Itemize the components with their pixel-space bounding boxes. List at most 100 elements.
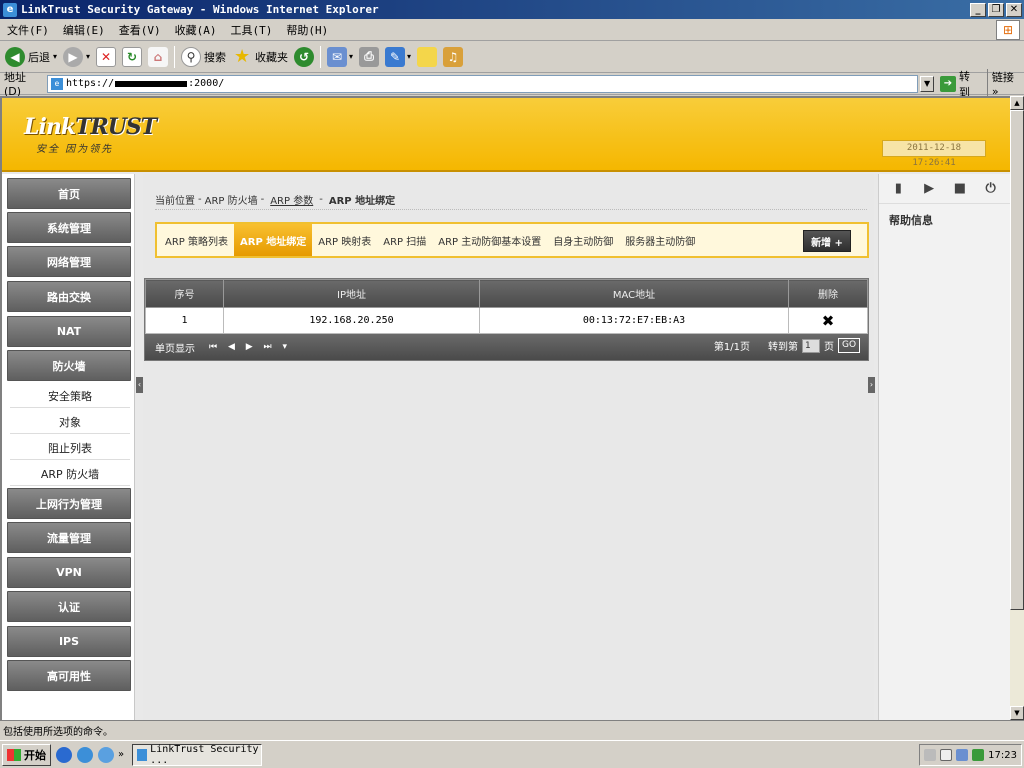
stop-button[interactable]: ✕ bbox=[93, 43, 119, 71]
address-bar: 地址(D) e https:// :2000/ ▼ ➔ 转到 链接 » bbox=[0, 69, 1024, 99]
stop-icon: ✕ bbox=[96, 46, 117, 67]
nav-ips[interactable]: IPS bbox=[7, 626, 131, 657]
taskbar-item-browser[interactable]: LinkTrust Security ... bbox=[132, 743, 263, 766]
scroll-up-button[interactable]: ▲ bbox=[1010, 96, 1024, 110]
nav-traffic-management[interactable]: 流量管理 bbox=[7, 522, 131, 553]
tab-arp-scan[interactable]: ARP 扫描 bbox=[377, 224, 432, 256]
breadcrumb-sep: - bbox=[260, 194, 265, 205]
tab-server-active-defense[interactable]: 服务器主动防御 bbox=[619, 224, 701, 256]
mail-icon: ✉ bbox=[327, 46, 348, 67]
tab-arp-active-defense-settings[interactable]: ARP 主动防御基本设置 bbox=[432, 224, 547, 256]
play-icon[interactable]: ▶ bbox=[920, 180, 938, 198]
scroll-down-button[interactable]: ▼ bbox=[1010, 706, 1024, 720]
nav-vpn[interactable]: VPN bbox=[7, 557, 131, 588]
menu-favorites[interactable]: 收藏(A) bbox=[168, 22, 224, 38]
page-go-button[interactable]: GO bbox=[838, 338, 860, 353]
collapse-right-toggle[interactable]: › bbox=[868, 377, 875, 393]
help-title: 帮助信息 bbox=[889, 214, 933, 227]
tab-arp-address-binding[interactable]: ARP 地址绑定 bbox=[234, 224, 313, 256]
menu-bar: 文件(F) 编辑(E) 查看(V) 收藏(A) 工具(T) 帮助(H) ⊞ bbox=[0, 19, 1024, 41]
ie-icon bbox=[137, 748, 148, 761]
nav-nat[interactable]: NAT bbox=[7, 316, 131, 347]
print-button[interactable]: ⎙ bbox=[356, 43, 382, 71]
tab-self-active-defense[interactable]: 自身主动防御 bbox=[547, 224, 619, 256]
menu-help[interactable]: 帮助(H) bbox=[279, 22, 335, 38]
restore-button[interactable]: ❐ bbox=[988, 2, 1004, 17]
address-label: 地址(D) bbox=[4, 71, 26, 98]
tray-clock: 17:23 bbox=[988, 749, 1017, 761]
go-button[interactable]: ➔ 转到 bbox=[934, 68, 987, 100]
quicklaunch-desktop-icon[interactable] bbox=[56, 746, 72, 763]
quicklaunch-ie-icon[interactable] bbox=[77, 746, 93, 763]
nav-authentication[interactable]: 认证 bbox=[7, 591, 131, 622]
help-panel: ▮ ▶ ■ ⏻ 帮助信息 bbox=[878, 174, 1010, 720]
tab-arp-policy-list[interactable]: ARP 策略列表 bbox=[159, 224, 234, 256]
nav-home[interactable]: 首页 bbox=[7, 178, 131, 209]
nav-sub-block-list[interactable]: 阻止列表 bbox=[10, 436, 130, 460]
security-icon[interactable] bbox=[972, 749, 985, 761]
collapse-left-toggle[interactable]: ‹ bbox=[136, 377, 143, 393]
nav-internet-behavior[interactable]: 上网行为管理 bbox=[7, 488, 131, 519]
back-button[interactable]: ◀ 后退 ▾ bbox=[2, 43, 60, 71]
page-unit: 页 bbox=[824, 342, 834, 353]
left-nav: 首页 系统管理 网络管理 路由交换 NAT 防火墙 安全策略 对象 阻止列表 A… bbox=[2, 174, 135, 720]
network-icon[interactable] bbox=[956, 749, 969, 761]
history-button[interactable]: ↺ bbox=[291, 43, 317, 71]
nav-system-management[interactable]: 系统管理 bbox=[7, 212, 131, 243]
mail-button[interactable]: ✉ ▾ bbox=[324, 43, 356, 71]
tab-arp-mapping[interactable]: ARP 映射表 bbox=[312, 224, 377, 256]
pager-nav-icons[interactable]: ⏮ ◀ ▶ ⏭ ▾ bbox=[209, 342, 291, 352]
power-icon[interactable]: ⏻ bbox=[982, 180, 1000, 198]
scroll-thumb[interactable] bbox=[1010, 110, 1024, 610]
breadcrumb-arp-params[interactable]: ARP 参数 bbox=[270, 192, 313, 207]
breadcrumb-sep: - bbox=[319, 194, 323, 205]
menu-edit[interactable]: 编辑(E) bbox=[56, 22, 112, 38]
keyboard-icon[interactable] bbox=[924, 749, 937, 761]
edit-button[interactable]: ✎ ▾ bbox=[382, 43, 414, 71]
edit-icon: ✎ bbox=[385, 46, 406, 67]
add-button[interactable]: 新增 + bbox=[803, 230, 851, 252]
nav-sub-objects[interactable]: 对象 bbox=[10, 410, 130, 434]
links-button[interactable]: 链接 » bbox=[986, 69, 1024, 98]
search-icon: ⚲ bbox=[181, 46, 202, 67]
save-icon[interactable]: ■ bbox=[951, 180, 969, 198]
notes-button[interactable] bbox=[414, 43, 440, 71]
nav-network-management[interactable]: 网络管理 bbox=[7, 246, 131, 277]
home-button[interactable]: ⌂ bbox=[145, 43, 171, 71]
table-header-row: 序号 IP地址 MAC地址 删除 bbox=[145, 279, 868, 308]
nav-sub-arp-firewall[interactable]: ARP 防火墙 bbox=[10, 462, 130, 486]
single-page-display[interactable]: 单页显示 bbox=[155, 340, 195, 355]
nav-routing-switching[interactable]: 路由交换 bbox=[7, 281, 131, 312]
quicklaunch-explorer-icon[interactable] bbox=[98, 746, 114, 763]
page-info: 第1/1页 bbox=[713, 342, 750, 353]
refresh-button[interactable]: ↻ bbox=[119, 43, 145, 71]
search-button[interactable]: ⚲ 搜索 bbox=[178, 43, 229, 71]
breadcrumb: 当前位置 - ARP 防火墙 - ARP 参数 - ARP 地址绑定 bbox=[155, 190, 867, 210]
address-dropdown[interactable]: ▼ bbox=[920, 75, 934, 92]
help-tray-icon[interactable] bbox=[940, 749, 953, 761]
quicklaunch-more-icon[interactable]: » bbox=[118, 749, 124, 760]
minimize-button[interactable]: _ bbox=[970, 2, 986, 17]
menu-file[interactable]: 文件(F) bbox=[0, 22, 56, 38]
url-prefix: https:// bbox=[65, 78, 115, 89]
chevron-down-icon: ▾ bbox=[86, 52, 91, 61]
menu-view[interactable]: 查看(V) bbox=[112, 22, 168, 38]
close-button[interactable]: ✕ bbox=[1006, 2, 1022, 17]
taskbar-item-label: LinkTrust Security ... bbox=[150, 743, 259, 766]
messenger-button[interactable]: ♫ bbox=[440, 43, 466, 71]
document-icon[interactable]: ▮ bbox=[889, 180, 907, 198]
toolbar-separator bbox=[174, 45, 176, 68]
nav-firewall[interactable]: 防火墙 bbox=[7, 350, 131, 381]
nav-sub-security-policy[interactable]: 安全策略 bbox=[10, 384, 130, 408]
address-input[interactable]: e https:// :2000/ bbox=[46, 74, 919, 93]
favorites-button[interactable]: ★ 收藏夹 bbox=[229, 43, 291, 71]
delete-icon[interactable]: ✖ bbox=[788, 307, 868, 334]
start-button[interactable]: 开始 bbox=[2, 743, 51, 766]
page-icon: e bbox=[50, 77, 63, 90]
page-number-input[interactable]: 1 bbox=[802, 338, 820, 353]
menu-tools[interactable]: 工具(T) bbox=[224, 22, 280, 38]
chevron-down-icon: ▾ bbox=[349, 52, 354, 61]
vertical-scrollbar[interactable]: ▲ ▼ bbox=[1010, 96, 1024, 720]
nav-high-availability[interactable]: 高可用性 bbox=[7, 660, 131, 691]
forward-button[interactable]: ▶ ▾ bbox=[60, 43, 93, 71]
